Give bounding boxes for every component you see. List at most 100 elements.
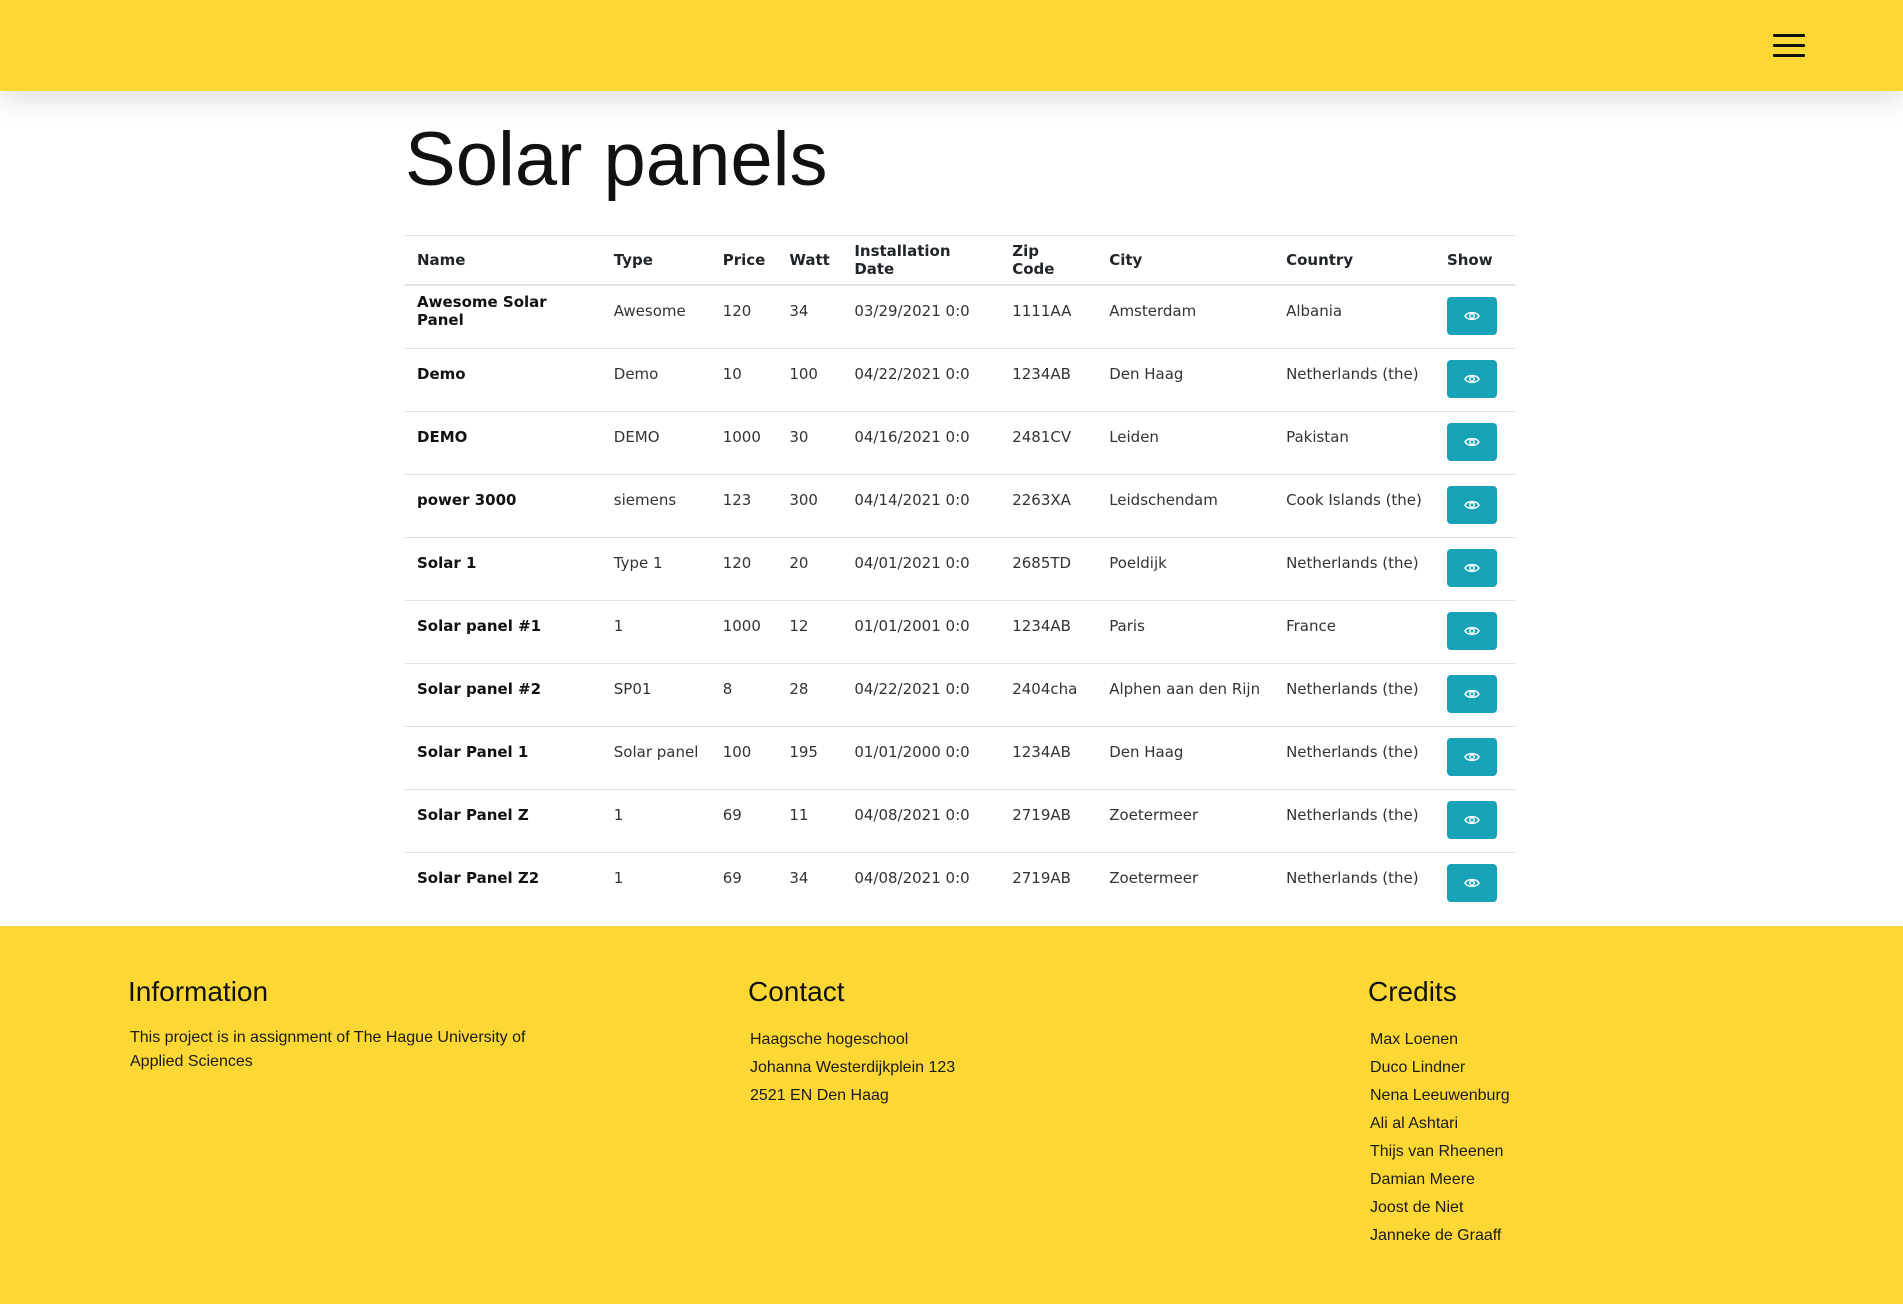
eye-icon (1464, 374, 1480, 384)
date-value: 04/08/2021 0:0 (854, 869, 970, 887)
cell-type: 1 (601, 852, 711, 915)
eye-icon (1464, 878, 1480, 888)
date-value: 04/22/2021 0:0 (854, 365, 970, 383)
credits-item: Max Loenen (1370, 1031, 1459, 1048)
cell-type: Solar panel (601, 726, 711, 790)
table-row: Awesome Solar Panel Awesome 120 34 03/29/202… (405, 284, 1515, 349)
cell-show (1434, 852, 1515, 915)
hamburger-menu-icon[interactable] (1773, 32, 1805, 60)
city-value: Leidschendam (1109, 491, 1218, 509)
show-button[interactable] (1446, 549, 1497, 587)
cell-country: Pakistan (1274, 411, 1435, 475)
cell-country: Albania (1274, 284, 1435, 349)
type-value: DEMO (613, 428, 660, 446)
price-value: 120 (722, 554, 752, 572)
type-value: 1 (613, 869, 624, 887)
show-button[interactable] (1446, 801, 1497, 839)
cell-watt: 20 (777, 537, 843, 601)
type-value: SP01 (613, 680, 652, 698)
watt-value: 20 (789, 554, 809, 572)
cell-show (1434, 789, 1515, 853)
eye-icon (1464, 563, 1480, 573)
country-value: Netherlands (the) (1286, 743, 1419, 761)
cell-show (1434, 600, 1515, 664)
type-value: Awesome (613, 302, 686, 320)
cell-zip: 2404cha (1000, 663, 1098, 727)
zip-value: 2404cha (1012, 680, 1078, 698)
city-value: Zoetermeer (1109, 869, 1199, 887)
cell-city: Alphen aan den Rijn (1097, 663, 1275, 727)
solar-panels-table: Name Type Price Watt Installation Date Zip Co… (405, 235, 1515, 915)
date-value: 01/01/2001 0:0 (854, 617, 970, 635)
eye-icon (1464, 311, 1480, 321)
credits-item: Janneke de Graaff (1370, 1227, 1502, 1244)
cell-country: Cook Islands (the) (1274, 474, 1435, 538)
footer: Information This project is in assignmen… (0, 926, 1903, 1304)
cell-country: Netherlands (the) (1274, 663, 1435, 727)
cell-watt: 300 (777, 474, 843, 538)
name-value: DEMO (417, 428, 468, 446)
type-value: Solar panel (613, 743, 699, 761)
cell-country: France (1274, 600, 1435, 664)
country-value: France (1286, 617, 1336, 635)
cell-city: Poeldijk (1097, 537, 1275, 601)
footer-information-text: This project is in assignment of The Hag… (130, 1029, 526, 1070)
date-value: 04/22/2021 0:0 (854, 680, 970, 698)
cell-price: 123 (710, 474, 778, 538)
cell-city: Leiden (1097, 411, 1275, 475)
city-value: Zoetermeer (1109, 806, 1199, 824)
cell-city: Zoetermeer (1097, 789, 1275, 853)
price-value: 69 (722, 806, 742, 824)
show-button[interactable] (1446, 423, 1497, 461)
date-value: 04/08/2021 0:0 (854, 806, 970, 824)
zip-value: 2685TD (1012, 554, 1072, 572)
column-header-city: City (1097, 235, 1275, 286)
eye-icon (1464, 689, 1480, 699)
cell-show (1434, 411, 1515, 475)
cell-country: Netherlands (the) (1274, 789, 1435, 853)
cell-watt: 195 (777, 726, 843, 790)
name-value: Solar panel #2 (417, 680, 542, 698)
cell-city: Den Haag (1097, 348, 1275, 412)
cell-type: 1 (601, 789, 711, 853)
cell-price: 100 (710, 726, 778, 790)
show-button[interactable] (1446, 612, 1497, 650)
watt-value: 34 (789, 869, 809, 887)
cell-zip: 2719AB (1000, 852, 1098, 915)
cell-watt: 100 (777, 348, 843, 412)
cell-date: 01/01/2001 0:0 (842, 600, 1001, 664)
price-value: 1000 (722, 428, 761, 446)
watt-value: 30 (789, 428, 809, 446)
footer-credits: Credits Max Loenen Duco Lindner Nena Lee… (1368, 976, 1668, 1250)
footer-contact-line: Haagsche hogeschool (750, 1031, 909, 1048)
show-button[interactable] (1446, 360, 1497, 398)
cell-watt: 34 (777, 284, 843, 349)
cell-type: Demo (601, 348, 711, 412)
show-button[interactable] (1446, 675, 1497, 713)
show-button[interactable] (1446, 864, 1497, 902)
country-value: Cook Islands (the) (1286, 491, 1422, 509)
show-button[interactable] (1446, 738, 1497, 776)
type-value: Demo (613, 365, 659, 383)
show-button[interactable] (1446, 297, 1497, 335)
column-header-installation-date: Installation Date (842, 235, 1001, 286)
cell-name: Demo (405, 348, 602, 412)
hamburger-line (1773, 54, 1805, 57)
column-header-type: Type (601, 235, 711, 286)
cell-name: Solar 1 (405, 537, 602, 601)
eye-icon (1464, 626, 1480, 636)
zip-value: 1111AA (1012, 302, 1072, 320)
price-value: 1000 (722, 617, 761, 635)
price-value: 10 (722, 365, 742, 383)
cell-type: 1 (601, 600, 711, 664)
eye-icon (1464, 500, 1480, 510)
footer-contact-line: Johanna Westerdijkplein 123 (750, 1059, 956, 1076)
cell-price: 69 (710, 852, 778, 915)
table-row: Solar 1 Type 1 120 20 04/01/2021 0:0 2685TD Po… (405, 537, 1515, 601)
cell-show (1434, 663, 1515, 727)
cell-show (1434, 537, 1515, 601)
cell-city: Zoetermeer (1097, 852, 1275, 915)
watt-value: 12 (789, 617, 809, 635)
cell-date: 04/14/2021 0:0 (842, 474, 1001, 538)
show-button[interactable] (1446, 486, 1497, 524)
